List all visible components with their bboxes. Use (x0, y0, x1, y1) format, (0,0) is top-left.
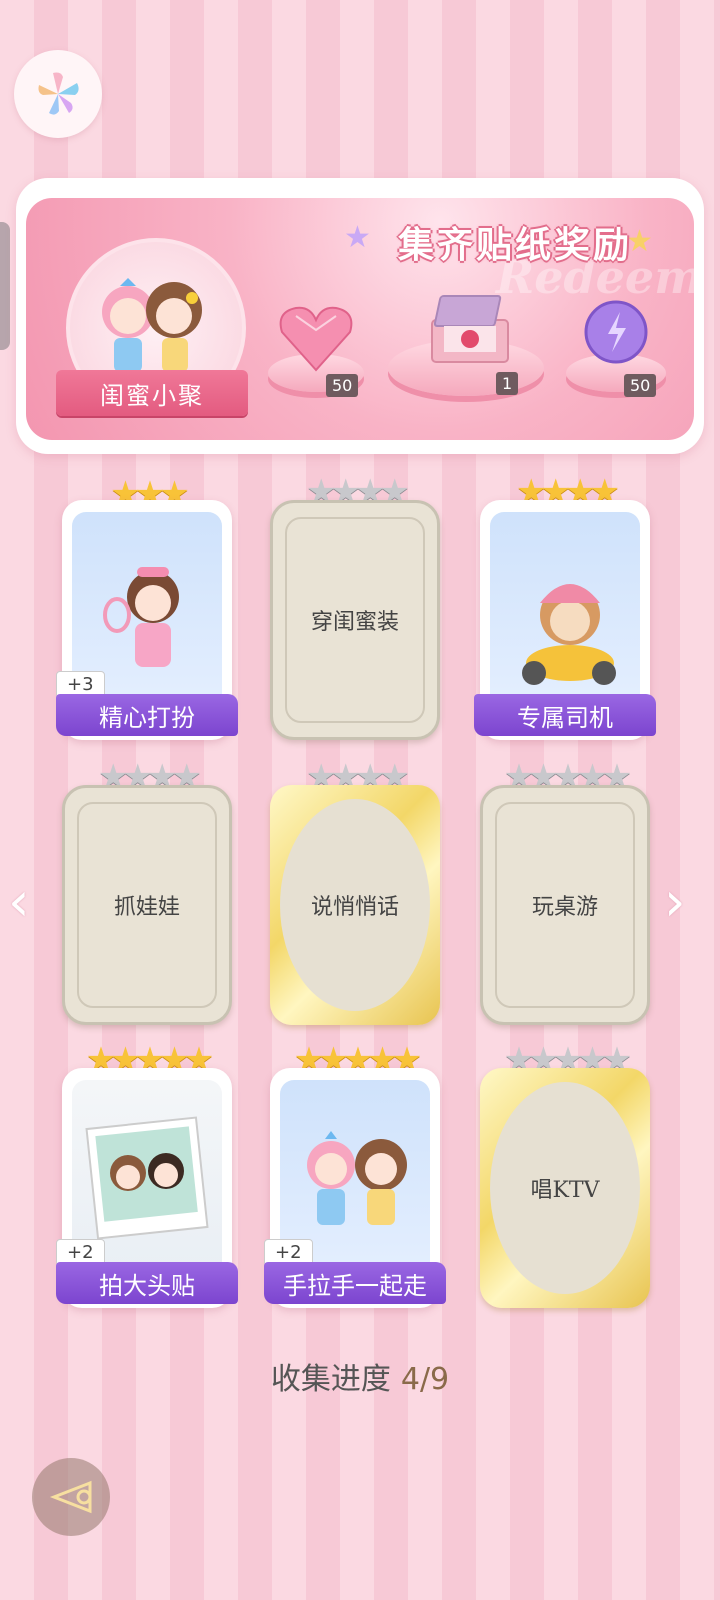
card-label: 抓娃娃 (113, 895, 180, 920)
pinwheel-icon (38, 72, 79, 115)
card-label: 穿闺蜜装 (310, 610, 399, 635)
reward-count: 50 (326, 374, 359, 397)
sticker-card[interactable]: ★★★★★ +2 手拉手一起走 (264, 1040, 446, 1308)
card-empty: 抓娃娃 (62, 785, 232, 1025)
card-label: 精心打扮 (56, 694, 238, 736)
sticker-card[interactable]: ★★★★★ +2 拍大头贴 (56, 1040, 238, 1308)
card-gold: 唱KTV (480, 1068, 650, 1308)
progress-value: 4/9 (400, 1362, 450, 1397)
progress-label: 收集进度 (270, 1362, 391, 1397)
card-label: 手拉手一起走 (264, 1262, 446, 1304)
chevron-right-icon: › (664, 870, 686, 933)
back-arrow-icon (49, 1480, 92, 1514)
card-label: 说悄悄话 (310, 895, 399, 920)
side-tab-handle[interactable] (0, 222, 10, 350)
pink-heart-gem-icon (279, 306, 353, 372)
chevron-left-icon: ‹ (8, 870, 30, 933)
banner-title: 集齐贴纸奖励 (398, 225, 633, 266)
card-label: 玩桌游 (531, 895, 598, 920)
card-label: 专属司机 (474, 694, 656, 736)
avatar-label: 闺蜜小聚 (56, 370, 248, 416)
collection-progress: 收集进度 4/9 (0, 1354, 720, 1398)
hamster-scooter-illustration-icon (522, 584, 616, 685)
sticker-card[interactable]: ★★★★ 抓娃娃 (62, 757, 232, 1025)
reward-count: 50 (624, 374, 657, 397)
gift-box-icon (431, 295, 509, 363)
sticker-card[interactable]: ★★★★ 专属司机 (474, 472, 656, 740)
reward-count: 1 (496, 372, 519, 395)
sticker-card[interactable]: ★★★★ 说悄悄话 (270, 757, 440, 1025)
card-gold: 说悄悄话 (270, 785, 440, 1025)
card-empty: 穿闺蜜装 (270, 500, 440, 740)
card-empty: 玩桌游 (480, 785, 650, 1025)
sticker-card[interactable]: ★★★ +3 精心打扮 (56, 474, 238, 740)
next-page-arrow[interactable]: › (664, 870, 686, 933)
star-decoration-icon: ★ (344, 220, 371, 255)
prev-page-arrow[interactable]: ‹ (8, 870, 30, 933)
card-label: 唱KTV (530, 1178, 600, 1203)
sticker-card[interactable]: ★★★★★ 玩桌游 (480, 757, 650, 1025)
banner-inner: Redeem ★ ★ 集齐贴纸奖励 闺蜜小聚 50 1 50 (26, 198, 694, 440)
logo-button[interactable] (14, 50, 102, 138)
purple-energy-orb-icon (584, 300, 648, 364)
back-button[interactable] (32, 1458, 110, 1536)
sticker-card[interactable]: ★★★★★ 唱KTV (480, 1040, 650, 1308)
girl-dressing-up-illustration-icon (103, 567, 179, 667)
sticker-card[interactable]: ★★★★ 穿闺蜜装 (270, 472, 440, 740)
card-label: 拍大头贴 (56, 1262, 238, 1304)
reward-banner: Redeem ★ ★ 集齐贴纸奖励 闺蜜小聚 50 1 50 (16, 178, 704, 454)
